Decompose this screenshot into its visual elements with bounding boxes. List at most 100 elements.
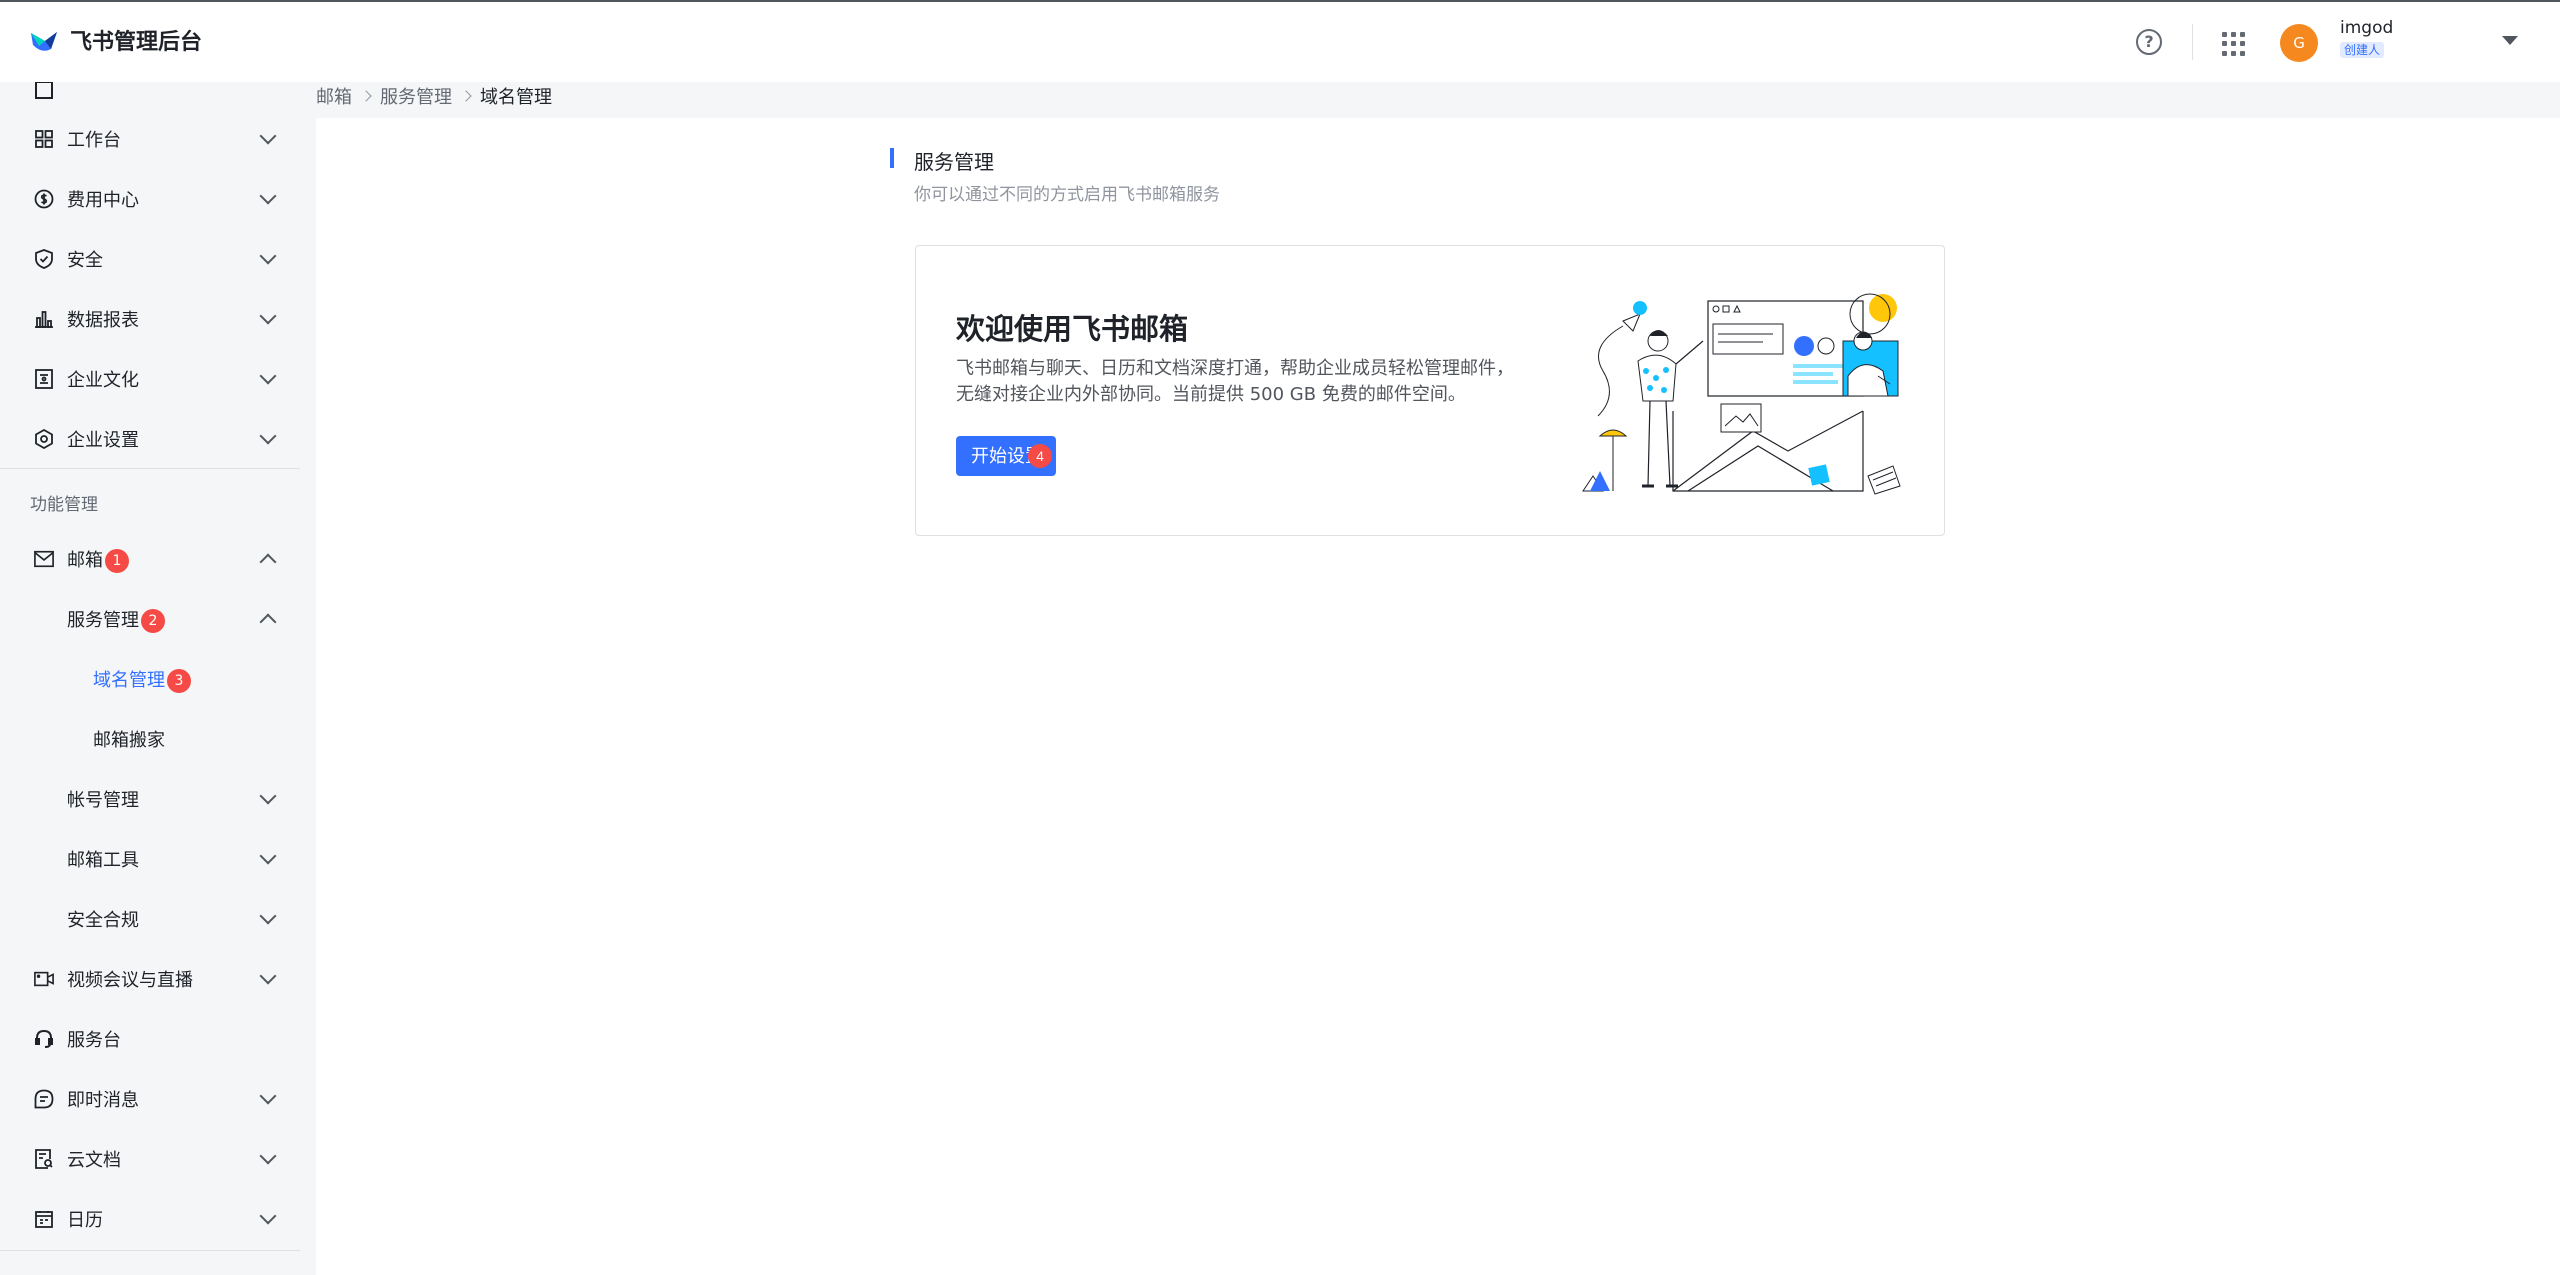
start-setup-button[interactable]: 开始设置 4 [956,436,1056,476]
chevron-down-icon [259,127,277,145]
mail-welcome-illustration [1582,293,1901,495]
chevron-down-icon [259,1207,277,1225]
sidebar-item-label: 服务管理 2 [67,606,165,633]
sidebar-item-label: 数据报表 [67,310,139,331]
sidebar-item-label: 邮箱 1 [67,546,129,573]
divider [0,468,300,469]
chevron-down-icon [259,847,277,865]
settings-icon [34,429,54,449]
shield-icon [34,249,54,269]
sidebar-item-label: 邮箱工具 [67,850,139,871]
sidebar-item-video[interactable]: 视频会议与直播 [0,954,302,1004]
workbench-icon [34,129,54,149]
chevron-down-icon [259,307,277,325]
top-bar: 飞书管理后台 ? G imgod 创建人 [0,0,2560,82]
sidebar-item-label: 安全合规 [67,910,139,931]
user-role-badge: 创建人 [2340,42,2385,58]
chevron-down-icon [259,1087,277,1105]
doc-icon [34,1149,54,1169]
sidebar-item-account-mgmt[interactable]: 帐号管理 [0,774,302,824]
section-title-text: 服务管理 [914,150,994,174]
sidebar-item-label: 企业文化 [67,370,139,391]
sidebar-item-reports[interactable]: 数据报表 [0,294,302,344]
sidebar-item-helpdesk[interactable]: 服务台 [0,1014,302,1064]
workbench-icon [34,82,54,100]
sidebar-item-label: 即时消息 [67,1090,139,1111]
breadcrumb-item[interactable]: 服务管理 [380,83,452,109]
chevron-right-icon [460,90,472,102]
sidebar-item-label: 邮箱搬家 [93,730,165,751]
app-logo[interactable]: 飞书管理后台 [28,24,202,56]
breadcrumb: 邮箱 服务管理 域名管理 [316,82,552,110]
sidebar-item-label: 帐号管理 [67,790,139,811]
section-title: 服务管理 [890,146,994,175]
sidebar-item-cost[interactable]: 费用中心 [0,174,302,224]
sidebar-item-docs[interactable]: 云文档 [0,1134,302,1184]
culture-icon [34,369,54,389]
sidebar-item-security[interactable]: 安全 [0,234,302,284]
mail-label: 邮箱 [67,549,103,571]
chevron-down-icon [259,187,277,205]
sidebar-item-im[interactable]: 即时消息 [0,1074,302,1124]
chevron-up-icon [259,553,277,571]
chart-icon [34,309,54,329]
chevron-down-icon [259,787,277,805]
avatar[interactable]: G [2280,24,2318,62]
sidebar-item-label: 视频会议与直播 [67,970,193,991]
welcome-card: 欢迎使用飞书邮箱 飞书邮箱与聊天、日历和文档深度打通，帮助企业成员轻松管理邮件，… [915,245,1945,536]
sidebar-item-service-mgmt[interactable]: 服务管理 2 [0,594,302,644]
step-badge: 4 [1028,444,1052,468]
sidebar: 工作台 费用中心 安全 数据报表 企业文化 企业设置 功能管理 邮箱 1 服务管… [0,82,302,1275]
help-icon[interactable]: ? [2136,29,2162,55]
sidebar-item-mail-tools[interactable]: 邮箱工具 [0,834,302,884]
app-launcher-icon[interactable] [2222,32,2246,56]
domain-mgmt-label: 域名管理 [93,669,165,691]
sidebar-item-label: 服务台 [67,1030,121,1051]
chevron-down-icon [259,427,277,445]
breadcrumb-item[interactable]: 邮箱 [316,83,352,109]
chevron-right-icon [360,90,372,102]
breadcrumb-current: 域名管理 [480,87,552,108]
section-label: 功能管理 [30,495,98,515]
divider [0,1250,300,1251]
mail-icon [34,549,54,569]
main-content: 服务管理 你可以通过不同的方式启用飞书邮箱服务 欢迎使用飞书邮箱 飞书邮箱与聊天… [316,118,2560,1275]
cost-icon [34,189,54,209]
card-description: 飞书邮箱与聊天、日历和文档深度打通，帮助企业成员轻松管理邮件，无缝对接企业内外部… [956,358,1514,405]
sidebar-item-label: 工作台 [67,130,121,151]
user-name[interactable]: imgod [2340,18,2393,38]
chevron-down-icon [259,367,277,385]
calendar-icon [34,1209,54,1229]
headset-icon [34,1029,54,1049]
service-mgmt-label: 服务管理 [67,609,139,631]
section-subtitle: 你可以通过不同的方式启用飞书邮箱服务 [914,185,1220,205]
chevron-down-icon [259,1147,277,1165]
account-dropdown-icon[interactable] [2502,36,2518,45]
sidebar-item-label: 域名管理 3 [93,666,191,693]
sidebar-item-security-compliance[interactable]: 安全合规 [0,894,302,944]
divider [2192,24,2193,60]
sidebar-item-domain-mgmt[interactable]: 域名管理 3 [0,654,302,704]
sidebar-item-culture[interactable]: 企业文化 [0,354,302,404]
step-badge: 2 [141,608,165,633]
step-badge: 3 [167,668,191,693]
sidebar-item-calendar[interactable]: 日历 [0,1194,302,1244]
sidebar-item-label: 企业设置 [67,430,139,451]
chevron-down-icon [259,247,277,265]
sidebar-item-enterprise-settings[interactable]: 企业设置 [0,414,302,464]
sidebar-item-mail[interactable]: 邮箱 1 [0,534,302,584]
video-icon [34,969,54,989]
card-title: 欢迎使用飞书邮箱 [956,312,1189,346]
sidebar-item-partial[interactable] [0,82,302,115]
chat-icon [34,1089,54,1109]
sidebar-item-label: 费用中心 [67,190,139,211]
sidebar-item-workbench[interactable]: 工作台 [0,114,302,164]
chevron-up-icon [259,613,277,631]
sidebar-item-label: 安全 [67,250,103,271]
step-badge: 1 [105,548,129,573]
feishu-logo-icon [28,24,60,56]
app-title: 飞书管理后台 [70,30,203,55]
chevron-down-icon [259,967,277,985]
sidebar-item-mail-move[interactable]: 邮箱搬家 [0,714,302,764]
sidebar-item-label: 云文档 [67,1150,121,1171]
